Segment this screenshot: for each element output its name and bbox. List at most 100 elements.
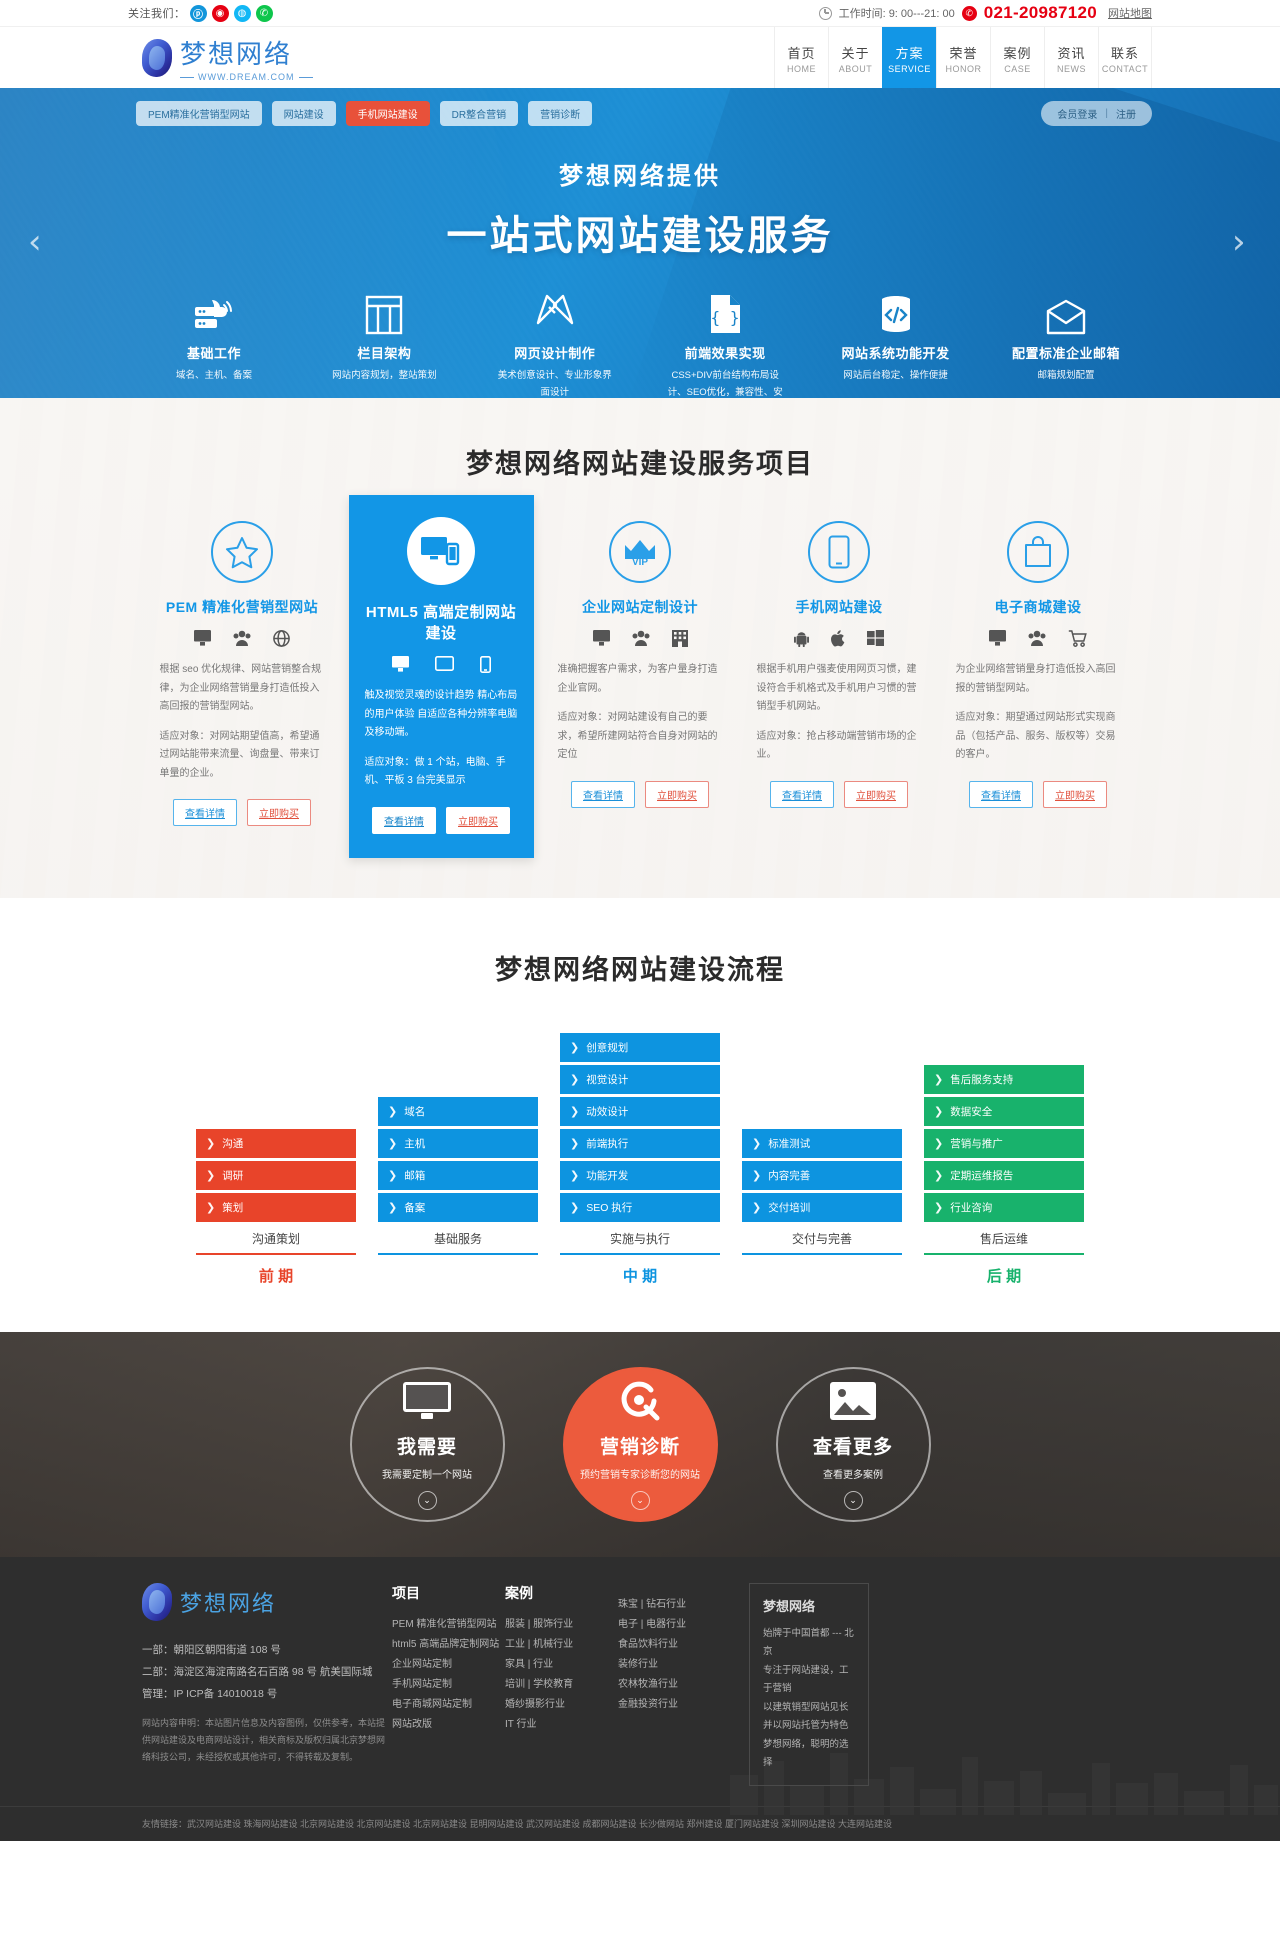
process-chip[interactable]: ❯ 邮箱 (378, 1160, 538, 1190)
android-icon (794, 632, 809, 647)
process-chip[interactable]: ❯ 标准测试 (742, 1128, 902, 1158)
service-card-mobile[interactable]: 手机网站建设 根据手机用户强麦使用网页习惯，建设符合手机格式及手机用户习惯的营销… (747, 521, 932, 858)
footer-link[interactable]: 农林牧渔行业 (618, 1675, 731, 1695)
service-card-ecommerce[interactable]: 电子商城建设 为企业网络营销量身打造低投入高回报的营销型网站。 适应对象：期望通… (946, 521, 1131, 858)
wechat-icon[interactable]: ✆ (255, 4, 273, 22)
footer-link[interactable]: 工业 | 机械行业 (505, 1635, 618, 1655)
view-detail-button[interactable]: 查看详情 (173, 799, 237, 826)
service-desc-line: 根据 seo 优化规律、网站营销整合规律，为企业网络营销量身打造低投入高回报的营… (159, 664, 322, 712)
footer-link[interactable]: html5 高端品牌定制网站 (392, 1635, 505, 1655)
footer-link[interactable]: 电子商城网站定制 (392, 1695, 505, 1715)
service-card-html5[interactable]: HTML5 高端定制网站建设 触及视觉灵魂的设计趋势 精心布局的用户体验 自适应… (348, 495, 534, 858)
chevron-down-icon[interactable]: ⌄ (417, 1491, 437, 1510)
process-chip[interactable]: ❯ 域名 (378, 1096, 538, 1126)
process-chip[interactable]: ❯ 数据安全 (924, 1096, 1084, 1126)
buy-now-button[interactable]: 立即购买 (446, 806, 510, 834)
view-detail-button[interactable]: 查看详情 (571, 780, 635, 808)
process-chip[interactable]: ❯ 策划 (196, 1192, 356, 1222)
footer-link[interactable]: 家具 | 行业 (505, 1655, 618, 1675)
footer-link[interactable]: 婚纱摄影行业 (505, 1695, 618, 1715)
weibo-icon[interactable]: ◉ (211, 4, 229, 22)
baidu-icon[interactable]: ⓟ (189, 4, 207, 22)
buy-now-button[interactable]: 立即购买 (247, 799, 311, 826)
nav-item-case[interactable]: 案例 CASE (990, 27, 1044, 89)
qq-icon[interactable]: ◍ (233, 4, 251, 22)
process-chip[interactable]: ❯ 备案 (378, 1192, 538, 1222)
view-detail-button[interactable]: 查看详情 (770, 780, 834, 808)
process-chip[interactable]: ❯ 行业咨询 (924, 1192, 1084, 1222)
cta-i-need[interactable]: 我需要 我需要定制一个网站 ⌄ (349, 1366, 505, 1522)
site-logo[interactable]: 梦想网络 WWW.DREAM.COM (128, 34, 313, 82)
service-card-buttons: 查看详情 立即购买 (158, 799, 327, 826)
chevron-down-icon[interactable]: ⌄ (843, 1491, 863, 1510)
footer-link[interactable]: 手机网站定制 (392, 1675, 505, 1695)
hero-tag-mobile[interactable]: 手机网站建设 (345, 101, 430, 126)
nav-item-contact[interactable]: 联系 CONTACT (1098, 27, 1152, 89)
footer-link[interactable]: 企业网站定制 (392, 1655, 505, 1675)
process-chip[interactable]: ❯ 定期运维报告 (924, 1160, 1084, 1190)
sitemap-link[interactable]: 网站地图 (1108, 5, 1152, 21)
cta-desc: 我需要定制一个网站 (382, 1470, 472, 1481)
footer-link[interactable]: IT 行业 (505, 1715, 618, 1735)
member-login-link[interactable]: 会员登录 (1057, 106, 1097, 121)
hero-tag-diagnosis[interactable]: 营销诊断 (528, 101, 593, 126)
nav-item-honor[interactable]: 荣誉 HONOR (936, 27, 990, 89)
building-icon (671, 630, 688, 647)
process-chip-label: 交付培训 (768, 1201, 811, 1214)
service-card-pem[interactable]: PEM 精准化营销型网站 根据 seo 优化规律、网站营销整合规律，为企业网络营… (150, 521, 335, 858)
process-chip[interactable]: ❯ 视觉设计 (560, 1064, 720, 1094)
nav-item-service[interactable]: 方案 SERVICE (882, 27, 936, 89)
buy-now-button[interactable]: 立即购买 (645, 780, 709, 808)
cta-title: 查看更多 (812, 1437, 893, 1458)
footer-logo[interactable]: 梦想网络 (142, 1582, 392, 1621)
nav-item-home[interactable]: 首页 HOME (774, 27, 828, 89)
users-icon (1028, 630, 1046, 646)
process-chip[interactable]: ❯ 交付培训 (742, 1192, 902, 1222)
footer-link[interactable]: 金融投资行业 (618, 1695, 731, 1715)
process-chip[interactable]: ❯ 内容完善 (742, 1160, 902, 1190)
process-chip[interactable]: ❯ 沟通 (196, 1128, 356, 1158)
footer-link[interactable]: 珠宝 | 钻石行业 (618, 1595, 731, 1615)
footer-link[interactable]: 装修行业 (618, 1655, 731, 1675)
carousel-next-arrow[interactable]: › (1232, 225, 1252, 259)
process-chip[interactable]: ❯ 创意规划 (560, 1032, 720, 1062)
hero-tag-pem[interactable]: PEM精准化营销型网站 (136, 101, 262, 126)
hero-tag-dr[interactable]: DR整合营销 (439, 101, 519, 126)
process-chip[interactable]: ❯ 调研 (196, 1160, 356, 1190)
footer-link[interactable]: 网站改版 (392, 1715, 505, 1735)
buy-now-button[interactable]: 立即购买 (844, 780, 908, 808)
footer-link[interactable]: 电子 | 电器行业 (618, 1615, 731, 1635)
process-chip[interactable]: ❯ SEO 执行 (560, 1192, 720, 1222)
process-chip[interactable]: ❯ 售后服务支持 (924, 1064, 1084, 1094)
footer-column-heading: 项目 (392, 1584, 420, 1601)
process-chip[interactable]: ❯ 前端执行 (560, 1128, 720, 1158)
cta-marketing-diagnosis[interactable]: 营销诊断 预约营销专家诊断您的网站 ⌄ (562, 1366, 718, 1522)
hero-heading-group: 梦想网络提供 一站式网站建设服务 (128, 156, 1152, 261)
chevron-right-icon: ❯ (570, 1041, 580, 1054)
buy-now-button[interactable]: 立即购买 (1043, 780, 1107, 808)
process-chip[interactable]: ❯ 功能开发 (560, 1160, 720, 1190)
site-footer: 梦想网络 一部：朝阳区朝阳街道 108 号 二部：海淀区海淀南路名石百路 98 … (0, 1556, 1280, 1841)
nav-item-about[interactable]: 关于 ABOUT (828, 27, 882, 89)
footer-link[interactable]: 食品饮料行业 (618, 1635, 731, 1655)
footer-link[interactable]: PEM 精准化营销型网站 (392, 1615, 505, 1635)
nav-item-news[interactable]: 资讯 NEWS (1044, 27, 1098, 89)
process-chip[interactable]: ❯ 营销与推广 (924, 1128, 1084, 1158)
process-chip[interactable]: ❯ 主机 (378, 1128, 538, 1158)
friend-links-list[interactable]: 武汉网站建设 珠海网站建设 北京网站建设 北京网站建设 北京网站建设 昆明网站建… (187, 1819, 892, 1829)
hero-tag-website[interactable]: 网站建设 (271, 101, 336, 126)
footer-link[interactable]: 服装 | 服饰行业 (505, 1615, 618, 1635)
cta-view-more[interactable]: 查看更多 查看更多案例 ⌄ (775, 1366, 931, 1522)
service-card-desc: 准确把握客户需求，为客户量身打造企业官网。 适应对象：对网站建设有自己的要求，希… (556, 661, 725, 765)
cta-desc: 查看更多案例 (823, 1470, 883, 1481)
view-detail-button[interactable]: 查看详情 (372, 806, 436, 834)
register-link[interactable]: 注册 (1116, 106, 1136, 121)
view-detail-button[interactable]: 查看详情 (969, 780, 1033, 808)
chevron-down-icon[interactable]: ⌄ (630, 1491, 650, 1510)
carousel-prev-arrow[interactable]: ‹ (28, 225, 48, 259)
service-card-enterprise[interactable]: VIP 企业网站定制设计 准确把握客户需求，为客户量身打造企业官网。 适应对象：… (548, 521, 733, 858)
process-column-rule (196, 1252, 356, 1255)
process-chip-label: 数据安全 (950, 1105, 993, 1118)
process-chip[interactable]: ❯ 动效设计 (560, 1096, 720, 1126)
footer-link[interactable]: 培训 | 学校教育 (505, 1675, 618, 1695)
